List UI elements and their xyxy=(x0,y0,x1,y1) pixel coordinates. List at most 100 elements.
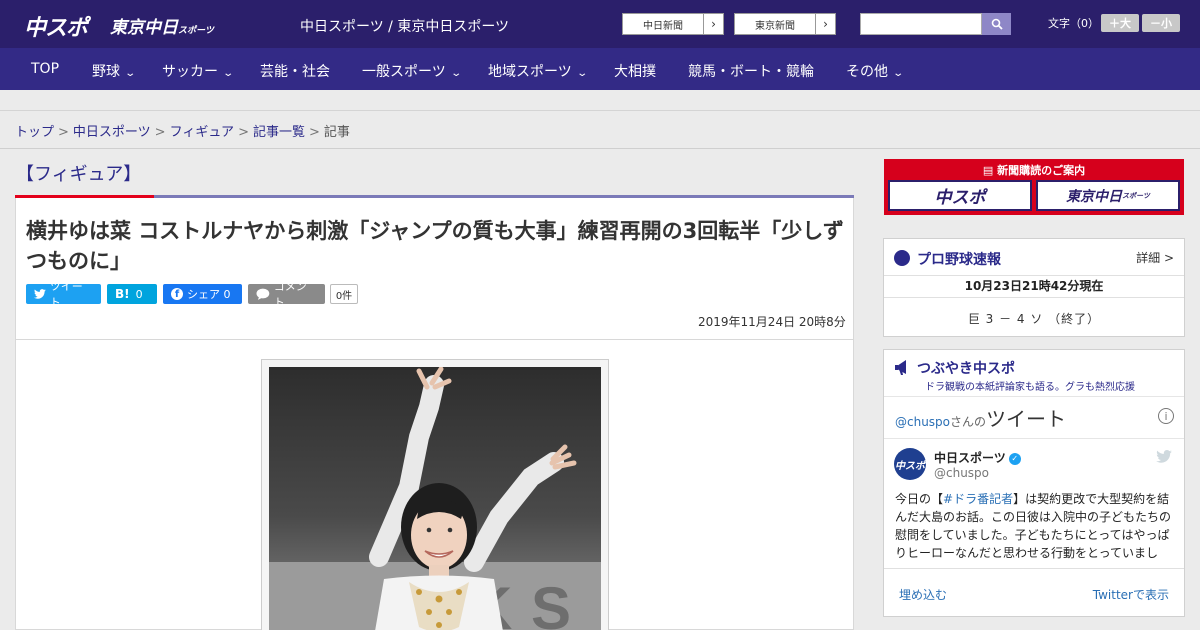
top-header: 中スポ 東京中日スポーツ 中日スポーツ / 東京中日スポーツ 中日新聞 › 東京… xyxy=(0,0,1200,48)
divider xyxy=(884,438,1184,439)
font-smaller-button[interactable]: －小 xyxy=(1142,14,1180,32)
hatena-count: 0 xyxy=(135,287,143,301)
nav-label: サッカー xyxy=(162,64,218,80)
baseball-icon xyxy=(894,250,910,266)
nav-label: その他 xyxy=(846,64,888,80)
search-icon xyxy=(991,18,1003,30)
hashtag-link[interactable]: #ドラ番記者 xyxy=(943,492,1013,506)
tweets-by-big: ツイート xyxy=(986,407,1067,431)
divider xyxy=(0,148,1200,149)
subscription-tokyo-chunichi[interactable]: 東京中日 スポーツ xyxy=(1036,180,1180,211)
breadcrumb-separator: > xyxy=(154,125,166,140)
facebook-icon: f xyxy=(171,288,183,300)
tweets-by-handle[interactable]: @chuspo xyxy=(895,415,950,429)
info-icon[interactable]: i xyxy=(1158,408,1174,424)
breadcrumb-separator: > xyxy=(58,125,69,140)
tweet-label: ツイート xyxy=(49,280,83,309)
article-category: 【フィギュア】 xyxy=(16,164,142,185)
nav-item-local-sports[interactable]: 地域スポーツ ⌄ xyxy=(488,61,588,81)
nav-item-general-sports[interactable]: 一般スポーツ ⌄ xyxy=(362,61,462,81)
breadcrumb-figure[interactable]: フィギュア xyxy=(170,125,234,140)
facebook-share-button[interactable]: f シェア 0 xyxy=(163,284,242,304)
chevron-down-icon: ⌄ xyxy=(576,68,588,79)
breadcrumb: トップ > 中日スポーツ > フィギュア > 記事一覧 > 記事 xyxy=(15,121,350,140)
nav-item-entertainment[interactable]: 芸能・社会 xyxy=(260,61,330,81)
search-input[interactable] xyxy=(860,13,982,35)
subscription-chuspo[interactable]: 中スポ xyxy=(888,180,1032,211)
site-title[interactable]: 中日スポーツ / 東京中日スポーツ xyxy=(300,16,509,36)
breadcrumb-chunichi-sports[interactable]: 中日スポーツ xyxy=(73,125,151,140)
subscription-tokyo-text: 東京中日 xyxy=(1066,188,1123,205)
nav-item-sumo[interactable]: 大相撲 xyxy=(614,61,656,81)
score-timestamp: 10月23日21時42分現在 xyxy=(964,279,1104,293)
baseball-detail-link[interactable]: 詳細 > xyxy=(1136,249,1174,266)
article-photo[interactable]: K S xyxy=(269,367,601,630)
megaphone-icon xyxy=(895,360,906,375)
comment-label: コメント xyxy=(273,280,307,309)
tweets-by-suffix: さんの xyxy=(950,415,987,429)
font-size-label: 文字（0） xyxy=(1048,17,1099,30)
subscription-tokyo-small: スポーツ xyxy=(1122,191,1150,200)
nav-item-soccer[interactable]: サッカー ⌄ xyxy=(162,61,235,81)
nav-label: 大相撲 xyxy=(614,64,656,80)
figure-skater-image: K S xyxy=(269,367,601,630)
twitter-widget-title: つぶやき中スポ xyxy=(917,361,1015,377)
nav-label: 芸能・社会 xyxy=(260,64,330,80)
twitter-bird-icon xyxy=(34,289,46,299)
facebook-share-label: シェア 0 xyxy=(187,288,231,301)
nav-item-top[interactable]: TOP xyxy=(31,61,59,77)
baseball-scores-widget: プロ野球速報 詳細 > 10月23日21時42分現在 巨 3 － 4 ソ （終了… xyxy=(883,238,1185,337)
twitter-widget: つぶやき中スポ ドラ観戦の本紙評論家も語る。グラも熱烈応援 @chuspoさんの… xyxy=(883,349,1185,617)
chevron-right-icon: › xyxy=(815,14,835,34)
article-date: 2019年11月24日 20時8分 xyxy=(698,315,846,329)
nav-item-other[interactable]: その他 ⌄ xyxy=(846,61,905,81)
embed-link[interactable]: 埋め込む xyxy=(899,586,947,603)
nav-item-racing[interactable]: 競馬・ボート・競輪 xyxy=(688,61,814,81)
search-button[interactable] xyxy=(982,13,1011,35)
chevron-down-icon: ⌄ xyxy=(124,68,137,79)
tokyo-shimbun-label: 東京新聞 xyxy=(755,20,795,32)
twitter-widget-subtitle: ドラ観戦の本紙評論家も語る。グラも熱烈応援 xyxy=(925,382,1135,393)
twitter-bird-icon[interactable] xyxy=(1156,450,1172,463)
view-on-twitter-link[interactable]: Twitterで表示 xyxy=(1093,586,1169,603)
verified-badge-icon: ✓ xyxy=(1008,452,1021,465)
chevron-down-icon: ⌄ xyxy=(222,68,235,79)
nav-label: TOP xyxy=(31,61,60,77)
breadcrumb-separator: > xyxy=(308,125,320,140)
tweet-button[interactable]: ツイート xyxy=(26,280,101,309)
chuspo-logo[interactable]: 中スポ xyxy=(24,10,88,42)
nav-item-baseball[interactable]: 野球 ⌄ xyxy=(92,61,137,81)
avatar[interactable]: 中スポ xyxy=(894,448,926,480)
tweet-author-handle[interactable]: @chuspo xyxy=(934,466,989,480)
chunichi-shimbun-link[interactable]: 中日新聞 › xyxy=(622,13,724,35)
tokyo-chunichi-logo[interactable]: 東京中日スポーツ xyxy=(110,13,214,38)
tweet-author-name[interactable]: 中日スポーツ ✓ xyxy=(934,449,1021,466)
subscription-title-text: 新聞購読のご案内 xyxy=(997,164,1086,177)
divider xyxy=(884,275,1184,276)
subscription-banner[interactable]: ▤ 新聞購読のご案内 中スポ 東京中日 スポーツ xyxy=(884,159,1184,215)
tweet-author-name-text: 中日スポーツ xyxy=(934,451,1006,465)
comment-button[interactable]: コメント xyxy=(248,280,325,309)
breadcrumb-top[interactable]: トップ xyxy=(15,125,54,140)
chevron-down-icon: ⌄ xyxy=(450,68,462,79)
tweet-text: 今日の【#ドラ番記者】は契約更改で大型契約を結んだ大島のお話。この日彼は入院中の… xyxy=(895,490,1175,562)
breadcrumb-current: 記事 xyxy=(323,125,350,140)
breadcrumb-article-list[interactable]: 記事一覧 xyxy=(253,125,305,140)
tweets-by-heading: @chuspoさんのツイート xyxy=(895,403,1066,432)
comment-bubble-icon xyxy=(256,288,270,300)
tokyo-shimbun-link[interactable]: 東京新聞 › xyxy=(734,13,836,35)
score-line[interactable]: 巨 3 － 4 ソ （終了） xyxy=(884,310,1184,327)
svg-text:S: S xyxy=(531,575,571,630)
divider xyxy=(884,568,1184,569)
comment-count: 0件 xyxy=(330,284,358,304)
main-nav: TOP 野球 ⌄ サッカー ⌄ 芸能・社会 一般スポーツ ⌄ 地域スポーツ ⌄ 大相撲 … xyxy=(0,48,1200,90)
chevron-down-icon: ⌄ xyxy=(892,68,905,79)
font-larger-button[interactable]: ＋大 xyxy=(1101,14,1139,32)
tweet-text-pre: 今日の【 xyxy=(895,492,944,506)
hatena-button[interactable]: B! 0 xyxy=(107,284,157,304)
chevron-right-icon: › xyxy=(703,14,723,34)
hatena-bookmark-icon: B! xyxy=(115,287,130,301)
divider xyxy=(884,396,1184,397)
breadcrumb-separator: > xyxy=(238,125,249,140)
nav-label: 野球 xyxy=(92,64,120,80)
